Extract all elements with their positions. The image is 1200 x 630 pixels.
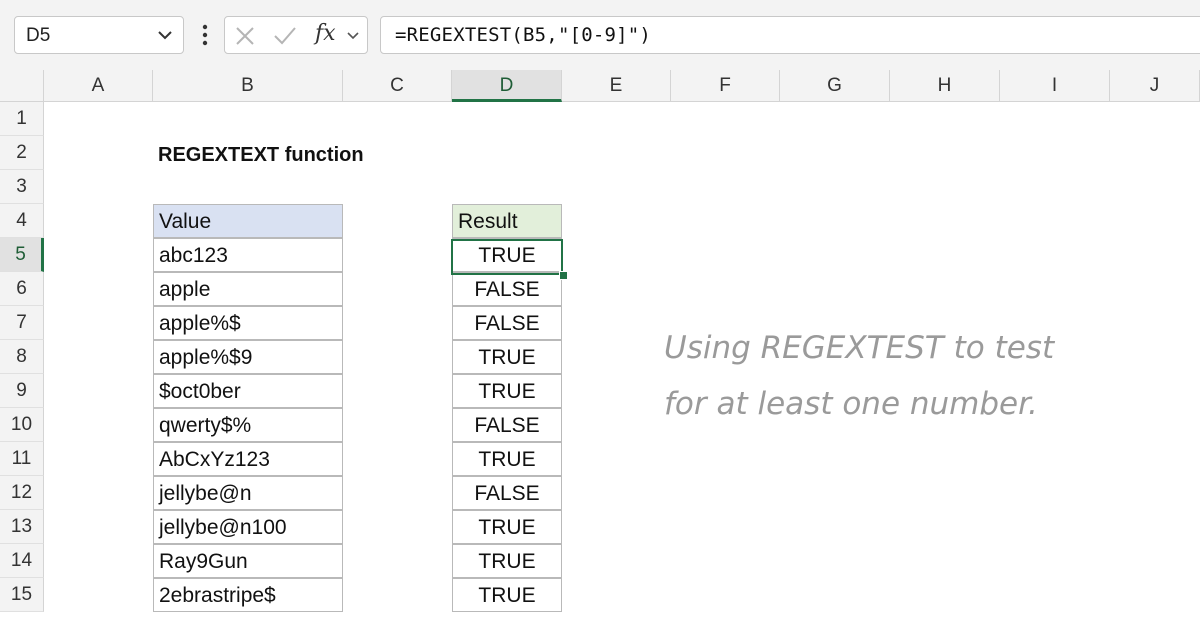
formula-bar: D5 fx =REGEXTEST(B5,"[0-9]") xyxy=(0,0,1200,70)
formula-text: =REGEXTEST(B5,"[0-9]") xyxy=(395,24,652,46)
insert-function-button[interactable]: fx xyxy=(315,21,336,46)
value-cell[interactable]: 2ebrastripe$ xyxy=(153,578,343,612)
result-header-cell[interactable]: Result xyxy=(452,204,562,238)
value-cell[interactable]: AbCxYz123 xyxy=(153,442,343,476)
row-header-11[interactable]: 11 xyxy=(0,442,44,476)
column-header-e[interactable]: E xyxy=(562,70,671,102)
row-header-8[interactable]: 8 xyxy=(0,340,44,374)
value-cell[interactable]: jellybe@n100 xyxy=(153,510,343,544)
value-cell[interactable]: qwerty$% xyxy=(153,408,343,442)
result-cell[interactable]: FALSE xyxy=(452,476,562,510)
check-icon[interactable] xyxy=(273,26,297,46)
value-cell[interactable]: abc123 xyxy=(153,238,343,272)
row-header-13[interactable]: 13 xyxy=(0,510,44,544)
value-cell[interactable]: apple%$ xyxy=(153,306,343,340)
column-header-g[interactable]: G xyxy=(780,70,890,102)
value-header-cell[interactable]: Value xyxy=(153,204,343,238)
result-cell[interactable]: TRUE xyxy=(452,578,562,612)
result-cell[interactable]: FALSE xyxy=(452,306,562,340)
result-cell[interactable]: TRUE xyxy=(452,544,562,578)
result-cell[interactable]: TRUE xyxy=(452,374,562,408)
column-header-a[interactable]: A xyxy=(44,70,153,102)
name-box-value: D5 xyxy=(26,25,51,46)
row-header-3[interactable]: 3 xyxy=(0,170,44,204)
column-header-f[interactable]: F xyxy=(671,70,780,102)
cancel-icon[interactable] xyxy=(235,26,255,46)
chevron-down-icon[interactable] xyxy=(347,31,359,41)
column-header-i[interactable]: I xyxy=(1000,70,1110,102)
name-box[interactable]: D5 xyxy=(14,16,184,54)
sheet-title[interactable]: REGEXTEXT function xyxy=(158,144,364,167)
result-cell[interactable]: FALSE xyxy=(452,408,562,442)
row-header-6[interactable]: 6 xyxy=(0,272,44,306)
chevron-down-icon[interactable] xyxy=(157,29,173,41)
row-header-5[interactable]: 5 xyxy=(0,238,44,272)
row-header-1[interactable]: 1 xyxy=(0,102,44,136)
active-cell-border xyxy=(451,239,563,275)
row-header-2[interactable]: 2 xyxy=(0,136,44,170)
column-header-d[interactable]: D xyxy=(452,70,562,102)
value-cell[interactable]: Ray9Gun xyxy=(153,544,343,578)
formula-controls: fx xyxy=(224,16,368,54)
value-cell[interactable]: jellybe@n xyxy=(153,476,343,510)
formula-input[interactable]: =REGEXTEST(B5,"[0-9]") xyxy=(380,16,1200,54)
select-all-corner[interactable] xyxy=(0,70,44,102)
more-options-icon[interactable] xyxy=(200,22,210,48)
column-header-h[interactable]: H xyxy=(890,70,1000,102)
column-header-b[interactable]: B xyxy=(153,70,343,102)
fill-handle[interactable] xyxy=(559,271,568,280)
row-header-14[interactable]: 14 xyxy=(0,544,44,578)
value-cell[interactable]: apple%$9 xyxy=(153,340,343,374)
column-header-c[interactable]: C xyxy=(343,70,452,102)
result-cell[interactable]: TRUE xyxy=(452,442,562,476)
note-line: Using REGEXTEST to test xyxy=(664,330,1055,366)
note-line: for at least one number. xyxy=(664,386,1038,422)
row-header-9[interactable]: 9 xyxy=(0,374,44,408)
row-header-15[interactable]: 15 xyxy=(0,578,44,612)
result-cell[interactable]: FALSE xyxy=(452,272,562,306)
result-cell[interactable]: TRUE xyxy=(452,510,562,544)
annotation-note: Using REGEXTEST to test for at least one… xyxy=(664,320,1184,432)
spreadsheet-grid: REGEXTEXT function Using REGEXTEST to te… xyxy=(0,70,1200,630)
row-header-10[interactable]: 10 xyxy=(0,408,44,442)
column-header-j[interactable]: J xyxy=(1110,70,1200,102)
row-header-12[interactable]: 12 xyxy=(0,476,44,510)
row-header-4[interactable]: 4 xyxy=(0,204,44,238)
value-cell[interactable]: apple xyxy=(153,272,343,306)
value-cell[interactable]: $oct0ber xyxy=(153,374,343,408)
result-cell[interactable]: TRUE xyxy=(452,340,562,374)
row-header-7[interactable]: 7 xyxy=(0,306,44,340)
